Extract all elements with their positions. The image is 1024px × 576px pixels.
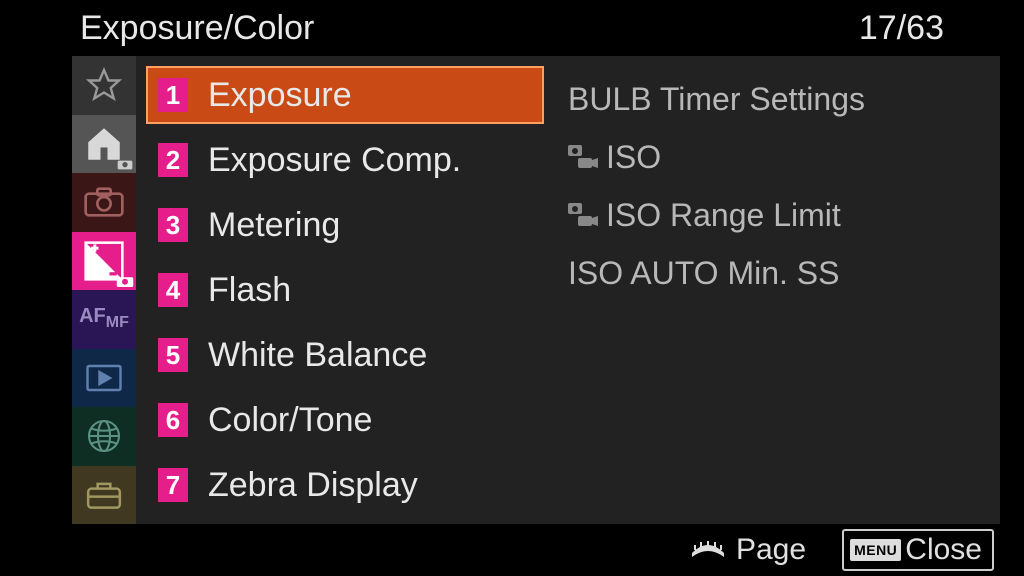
item-label: Metering [208,206,340,245]
page-label: Page [736,533,806,567]
detail-label: BULB Timer Settings [568,81,865,118]
star-icon [86,67,122,103]
detail-item-iso-range-limit[interactable]: ISO Range Limit [544,186,1000,244]
header: Exposure/Color 17/63 [0,0,1024,56]
item-number: 4 [158,273,188,307]
submenu-item-metering[interactable]: 3 Metering [136,196,544,254]
camera-icon [84,186,124,218]
submenu-item-flash[interactable]: 4 Flash [136,261,544,319]
close-button[interactable]: MENU Close [842,529,994,571]
sidebar-tab-setup[interactable] [72,466,136,525]
camera-small-icon [117,158,133,170]
item-label: Flash [208,271,291,310]
item-number: 3 [158,208,188,242]
play-icon [86,364,122,392]
page-title: Exposure/Color [80,9,314,48]
item-number: 7 [158,468,188,502]
item-label: Zebra Display [208,466,418,505]
sidebar-tab-main[interactable] [72,115,136,174]
footer: Page MENU Close [0,524,1024,576]
close-label: Close [905,533,982,567]
menu-chip: MENU [850,539,901,561]
item-label: Exposure Comp. [208,141,461,180]
sidebar-tab-focus[interactable]: AFMF [72,290,136,349]
sidebar-tab-shooting[interactable] [72,173,136,232]
still-video-mode-icon [568,202,598,228]
camera-menu-screen: Exposure/Color 17/63 [0,0,1024,576]
item-number: 5 [158,338,188,372]
globe-icon [86,418,122,454]
item-label: White Balance [208,336,427,375]
detail-item-iso-auto-min-ss[interactable]: ISO AUTO Min. SS [544,244,1000,302]
submenu-item-zebra-display[interactable]: 7 Zebra Display [136,456,544,514]
item-label: Color/Tone [208,401,372,440]
main-panel: 1 Exposure 2 Exposure Comp. 3 Metering 4… [136,56,1000,524]
submenu-item-exposure-comp[interactable]: 2 Exposure Comp. [136,131,544,189]
afmf-icon: AFMF [79,308,129,330]
sidebar-tab-favorites[interactable] [72,56,136,115]
submenu-item-exposure[interactable]: 1 Exposure [146,66,544,124]
submenu-item-color-tone[interactable]: 6 Color/Tone [136,391,544,449]
item-number: 6 [158,403,188,437]
page-dial-hint: Page [688,533,806,567]
detail-label: ISO Range Limit [606,197,841,234]
sidebar-tab-playback[interactable] [72,349,136,408]
submenu-item-white-balance[interactable]: 5 White Balance [136,326,544,384]
detail-label: ISO [606,139,661,176]
sidebar-tab-exposure[interactable] [72,232,136,291]
page-counter: 17/63 [859,9,944,48]
dial-icon [688,539,728,561]
item-number: 2 [158,143,188,177]
detail-label: ISO AUTO Min. SS [568,255,839,292]
item-label: Exposure [208,76,352,115]
still-video-mode-icon [568,144,598,170]
detail-item-iso[interactable]: ISO [544,128,1000,186]
submenu-list: 1 Exposure 2 Exposure Comp. 3 Metering 4… [136,66,544,514]
detail-item-bulb-timer[interactable]: BULB Timer Settings [544,70,1000,128]
category-sidebar: AFMF [72,56,136,524]
sidebar-tab-network[interactable] [72,407,136,466]
camera-small-icon [116,274,134,288]
item-number: 1 [158,78,188,112]
toolbox-icon [85,479,123,511]
detail-list: BULB Timer Settings ISO [544,66,1000,514]
